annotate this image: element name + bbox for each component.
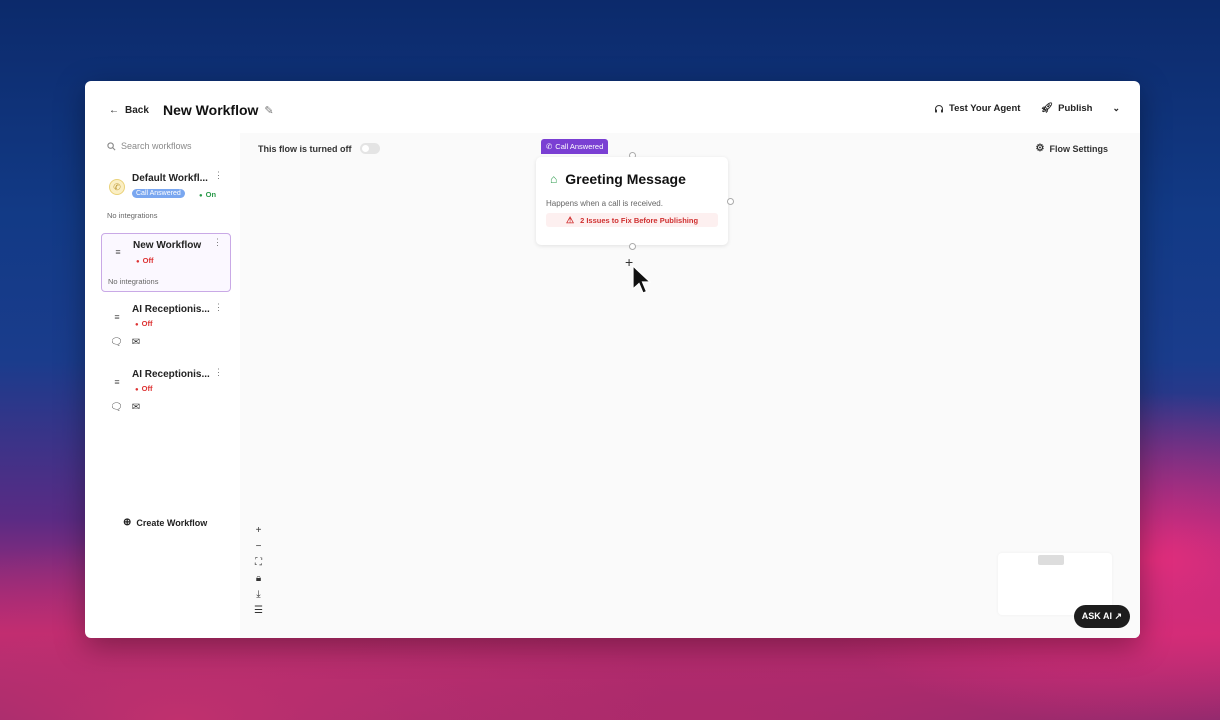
more-icon[interactable]: ⋮ [214, 303, 223, 312]
search-placeholder: Search workflows [121, 141, 192, 151]
channel-icons: 🗨︎ ✉︎ [110, 337, 140, 348]
pencil-icon[interactable]: ✎ [264, 104, 273, 117]
zoom-out-icon[interactable]: − [254, 541, 263, 553]
node-side-handle[interactable] [727, 198, 734, 205]
test-agent-button[interactable]: Test Your Agent [934, 103, 1020, 114]
node-issues-banner[interactable]: ⚠ 2 Issues to Fix Before Publishing [546, 213, 718, 227]
lock-icon[interactable]: 🔒︎ [254, 573, 263, 585]
create-workflow-button[interactable]: ⊕ Create Workflow [123, 517, 207, 528]
trigger-badge: Call Answered [132, 189, 185, 198]
flow-toggle[interactable] [359, 143, 380, 154]
arrow-left-icon: ← [109, 105, 119, 116]
greeting-node[interactable]: ⌂ Greeting Message Happens when a call i… [536, 157, 728, 245]
headset-icon [935, 104, 943, 112]
warning-icon: ⚠ [566, 214, 575, 225]
chat-icon: 🗨︎ [110, 402, 123, 413]
status-badge: Off [135, 319, 153, 328]
workflow-sidebar: Search workflows ✆ Default Workfl... ⋮ C… [101, 137, 233, 627]
search-input[interactable]: Search workflows [107, 141, 192, 151]
node-title: ⌂ Greeting Message [550, 171, 686, 187]
workflow-title: New Workflow [163, 102, 259, 118]
more-icon[interactable]: ⋮ [213, 238, 222, 247]
more-icon[interactable]: ⋮ [214, 171, 223, 180]
plus-circle-icon: ⊕ [123, 517, 132, 528]
node-output-handle[interactable] [629, 243, 636, 250]
workflow-item[interactable]: ≡ AI Receptionis... ⋮ Off 🗨︎ ✉︎ [101, 364, 231, 424]
phone-icon: ✆ [109, 179, 125, 195]
more-icon[interactable]: ⋮ [214, 368, 223, 377]
chat-icon: 🗨︎ [110, 337, 123, 348]
ask-ai-button[interactable]: ASK AI ↗ [1073, 605, 1130, 628]
workflow-name: New Workflow [133, 240, 202, 251]
flow-settings-label: Flow Settings [1049, 143, 1109, 154]
back-button[interactable]: ← Back [109, 105, 149, 116]
flow-settings-button[interactable]: ⚙ Flow Settings [1036, 143, 1108, 154]
back-label: Back [125, 105, 149, 116]
publish-label: Publish [1058, 103, 1093, 114]
workflow-name: Default Workfl... [132, 173, 208, 184]
flow-status: This flow is turned off [258, 143, 380, 154]
status-badge: Off [135, 384, 153, 393]
channel-icons: 🗨︎ ✉︎ [110, 402, 140, 413]
header-actions: Test Your Agent 🚀︎ Publish ⌄ [934, 103, 1120, 114]
search-icon [107, 141, 116, 150]
flow-status-label: This flow is turned off [258, 143, 352, 154]
mail-icon: ✉︎ [131, 402, 141, 413]
node-tag-label: Call Answered [555, 142, 604, 151]
node-title-label: Greeting Message [565, 171, 686, 187]
chevron-down-icon[interactable]: ⌄ [1112, 103, 1120, 114]
phone-icon: ✆ [546, 142, 553, 151]
workflow-item[interactable]: ≡ AI Receptionis... ⋮ Off 🗨︎ ✉︎ [101, 299, 231, 359]
node-description: Happens when a call is received. [546, 199, 663, 208]
workflow-item[interactable]: ✆ Default Workfl... ⋮ Call Answered On N… [101, 167, 231, 225]
flow-icon: ≡ [114, 312, 120, 322]
publish-button[interactable]: 🚀︎ Publish [1040, 103, 1092, 114]
flow-icon: ≡ [114, 377, 120, 387]
zoom-in-icon[interactable]: + [254, 525, 263, 537]
mouse-cursor-icon [632, 265, 652, 294]
mail-icon: ✉︎ [131, 337, 141, 348]
node-trigger-tag: ✆ Call Answered [541, 139, 609, 154]
home-icon: ⌂ [550, 172, 558, 186]
top-bar: ← Back New Workflow ✎ Test Your Agent 🚀︎… [85, 81, 1140, 139]
app-window: ← Back New Workflow ✎ Test Your Agent 🚀︎… [85, 81, 1140, 638]
gear-icon: ⚙ [1035, 143, 1045, 154]
test-agent-label: Test Your Agent [949, 103, 1021, 114]
workflow-name: AI Receptionis... [132, 369, 210, 380]
flow-canvas[interactable]: This flow is turned off ⚙ Flow Settings … [240, 133, 1140, 638]
workflow-name: AI Receptionis... [132, 304, 210, 315]
rocket-icon: 🚀︎ [1040, 103, 1054, 114]
node-issues-label: 2 Issues to Fix Before Publishing [580, 215, 699, 225]
create-workflow-label: Create Workflow [136, 517, 208, 528]
fit-view-icon[interactable]: ⛶ [254, 557, 263, 569]
canvas-controls: + − ⛶ 🔒︎ ⤓ ☰ [254, 525, 263, 617]
workflow-item[interactable]: ≡ New Workflow ⋮ Off No integrations [101, 233, 231, 292]
integrations-label: No integrations [107, 211, 158, 220]
download-icon[interactable]: ⤓ [254, 589, 263, 601]
page-title: New Workflow ✎ [163, 102, 274, 118]
layers-icon[interactable]: ☰ [254, 605, 263, 617]
status-badge: On [199, 190, 216, 199]
minimap-node [1038, 555, 1064, 565]
flow-icon: ≡ [115, 247, 121, 257]
integrations-label: No integrations [108, 277, 159, 286]
status-badge: Off [136, 256, 154, 265]
